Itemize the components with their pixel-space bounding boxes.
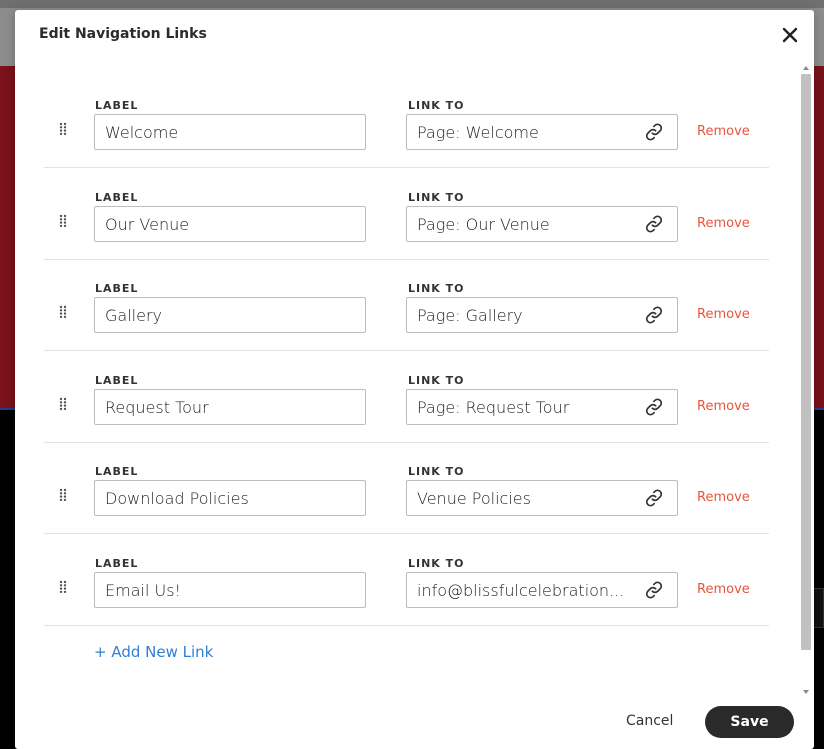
drag-handle-icon[interactable] <box>58 488 68 502</box>
drag-handle-icon[interactable] <box>58 397 68 411</box>
link-row: LABEL LINK TO Gallery Page: Gallery Remo… <box>44 259 769 352</box>
link-icon[interactable] <box>644 214 664 234</box>
link-icon[interactable] <box>644 488 664 508</box>
label-input[interactable]: Gallery <box>94 297 366 334</box>
link-to-input[interactable]: Page: Our Venue <box>406 205 678 242</box>
drag-handle-icon[interactable] <box>58 214 68 228</box>
remove-link-button[interactable]: Remove <box>697 216 750 231</box>
background-topbar <box>0 0 824 8</box>
link-row: LABEL LINK TO Request Tour Page: Request… <box>44 351 769 443</box>
link-to-input[interactable]: Page: Request Tour <box>406 388 678 425</box>
scrollbar[interactable] <box>800 60 812 700</box>
remove-link-button[interactable]: Remove <box>697 490 750 505</box>
link-to-input[interactable]: Page: Welcome <box>406 114 678 150</box>
link-to-input[interactable]: info@blissfulcelebration... <box>406 572 678 608</box>
link-to-caption: LINK TO <box>408 373 465 387</box>
link-row: LABEL LINK TO Download Policies Venue Po… <box>44 442 769 535</box>
save-button[interactable]: Save <box>705 706 794 738</box>
scrollbar-thumb[interactable] <box>801 74 811 650</box>
links-list: LABEL LINK TO Welcome Page: Welcome Remo… <box>15 60 814 700</box>
add-new-link-button[interactable]: + Add New Link <box>94 643 213 661</box>
link-icon[interactable] <box>644 397 664 417</box>
label-input[interactable]: Request Tour <box>94 388 366 425</box>
label-caption: LABEL <box>95 373 139 387</box>
link-row: LABEL LINK TO Welcome Page: Welcome Remo… <box>44 76 769 168</box>
edit-navigation-links-modal: Edit Navigation Links LABEL LINK TO Welc… <box>15 10 814 749</box>
link-to-input[interactable]: Venue Policies <box>406 480 678 517</box>
link-icon[interactable] <box>644 305 664 325</box>
label-input[interactable]: Our Venue <box>94 205 366 242</box>
scroll-down-icon[interactable] <box>802 688 810 696</box>
remove-link-button[interactable]: Remove <box>697 399 750 414</box>
label-caption: LABEL <box>95 190 139 204</box>
link-row: LABEL LINK TO Our Venue Page: Our Venue … <box>44 168 769 260</box>
modal-title: Edit Navigation Links <box>39 26 207 42</box>
label-input[interactable]: Email Us! <box>94 572 366 608</box>
drag-handle-icon[interactable] <box>58 580 68 594</box>
remove-link-button[interactable]: Remove <box>697 582 750 597</box>
label-caption: LABEL <box>95 465 139 479</box>
drag-handle-icon[interactable] <box>58 305 68 319</box>
scroll-up-icon[interactable] <box>802 64 810 72</box>
remove-link-button[interactable]: Remove <box>697 307 750 322</box>
drag-handle-icon[interactable] <box>58 122 68 136</box>
link-to-caption: LINK TO <box>408 190 465 204</box>
label-caption: LABEL <box>95 557 139 570</box>
cancel-button[interactable]: Cancel <box>626 713 673 729</box>
link-icon[interactable] <box>644 122 664 142</box>
link-row: LABEL LINK TO Email Us! info@blissfulcel… <box>44 534 769 626</box>
close-icon[interactable] <box>779 24 801 46</box>
label-caption: LABEL <box>95 282 139 296</box>
label-input[interactable]: Welcome <box>94 114 366 150</box>
link-to-caption: LINK TO <box>408 99 465 112</box>
link-to-caption: LINK TO <box>408 465 465 479</box>
link-icon[interactable] <box>644 580 664 600</box>
remove-link-button[interactable]: Remove <box>697 124 750 139</box>
link-to-caption: LINK TO <box>408 282 465 296</box>
label-caption: LABEL <box>95 99 139 112</box>
link-to-caption: LINK TO <box>408 557 465 570</box>
link-to-input[interactable]: Page: Gallery <box>406 297 678 334</box>
label-input[interactable]: Download Policies <box>94 480 366 517</box>
